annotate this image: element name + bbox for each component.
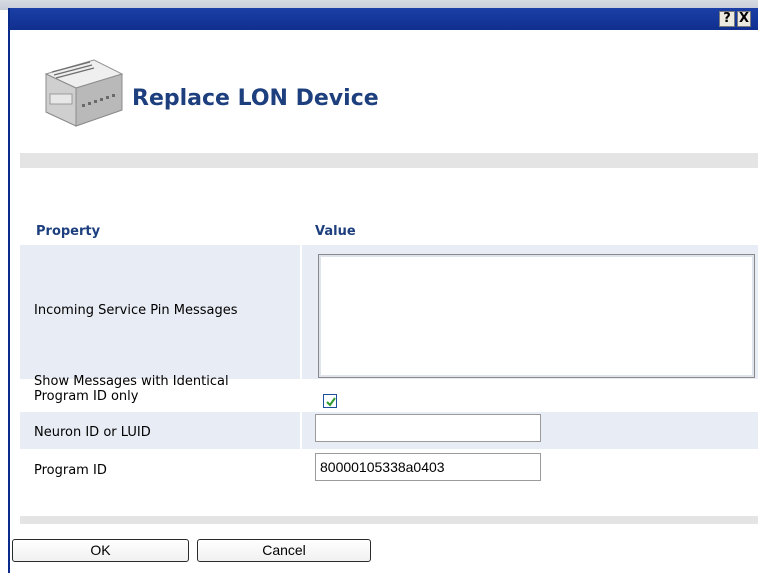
ok-button[interactable]: OK: [12, 539, 189, 562]
value-column-header: Value: [315, 224, 356, 239]
program-id-label: Program ID: [34, 463, 107, 478]
dialog-titlebar: ? X: [10, 8, 758, 30]
cancel-button[interactable]: Cancel: [197, 539, 371, 562]
header-separator: [20, 153, 758, 168]
neuron-id-input[interactable]: [315, 414, 541, 442]
incoming-messages-list[interactable]: [318, 254, 755, 378]
incoming-messages-label: Incoming Service Pin Messages: [34, 303, 238, 318]
dialog-title: Replace LON Device: [132, 86, 379, 111]
replace-lon-device-dialog: ? X Replace LON Device Property Value In…: [8, 8, 758, 573]
neuron-id-label: Neuron ID or LUID: [34, 425, 151, 440]
identical-program-checkbox[interactable]: [323, 394, 337, 408]
program-id-input[interactable]: 80000105338a0403: [315, 453, 541, 481]
identical-program-label-line2: Program ID only: [34, 389, 139, 404]
identical-program-label-line1: Show Messages with Identical: [34, 374, 229, 389]
cell-divider: [300, 245, 302, 379]
help-button[interactable]: ?: [719, 11, 735, 27]
cell-divider: [300, 412, 302, 449]
property-column-header: Property: [36, 224, 101, 239]
lon-device-icon: [44, 59, 124, 127]
close-button[interactable]: X: [737, 11, 751, 27]
checkmark-icon: [326, 397, 336, 407]
footer-separator: [20, 516, 758, 524]
